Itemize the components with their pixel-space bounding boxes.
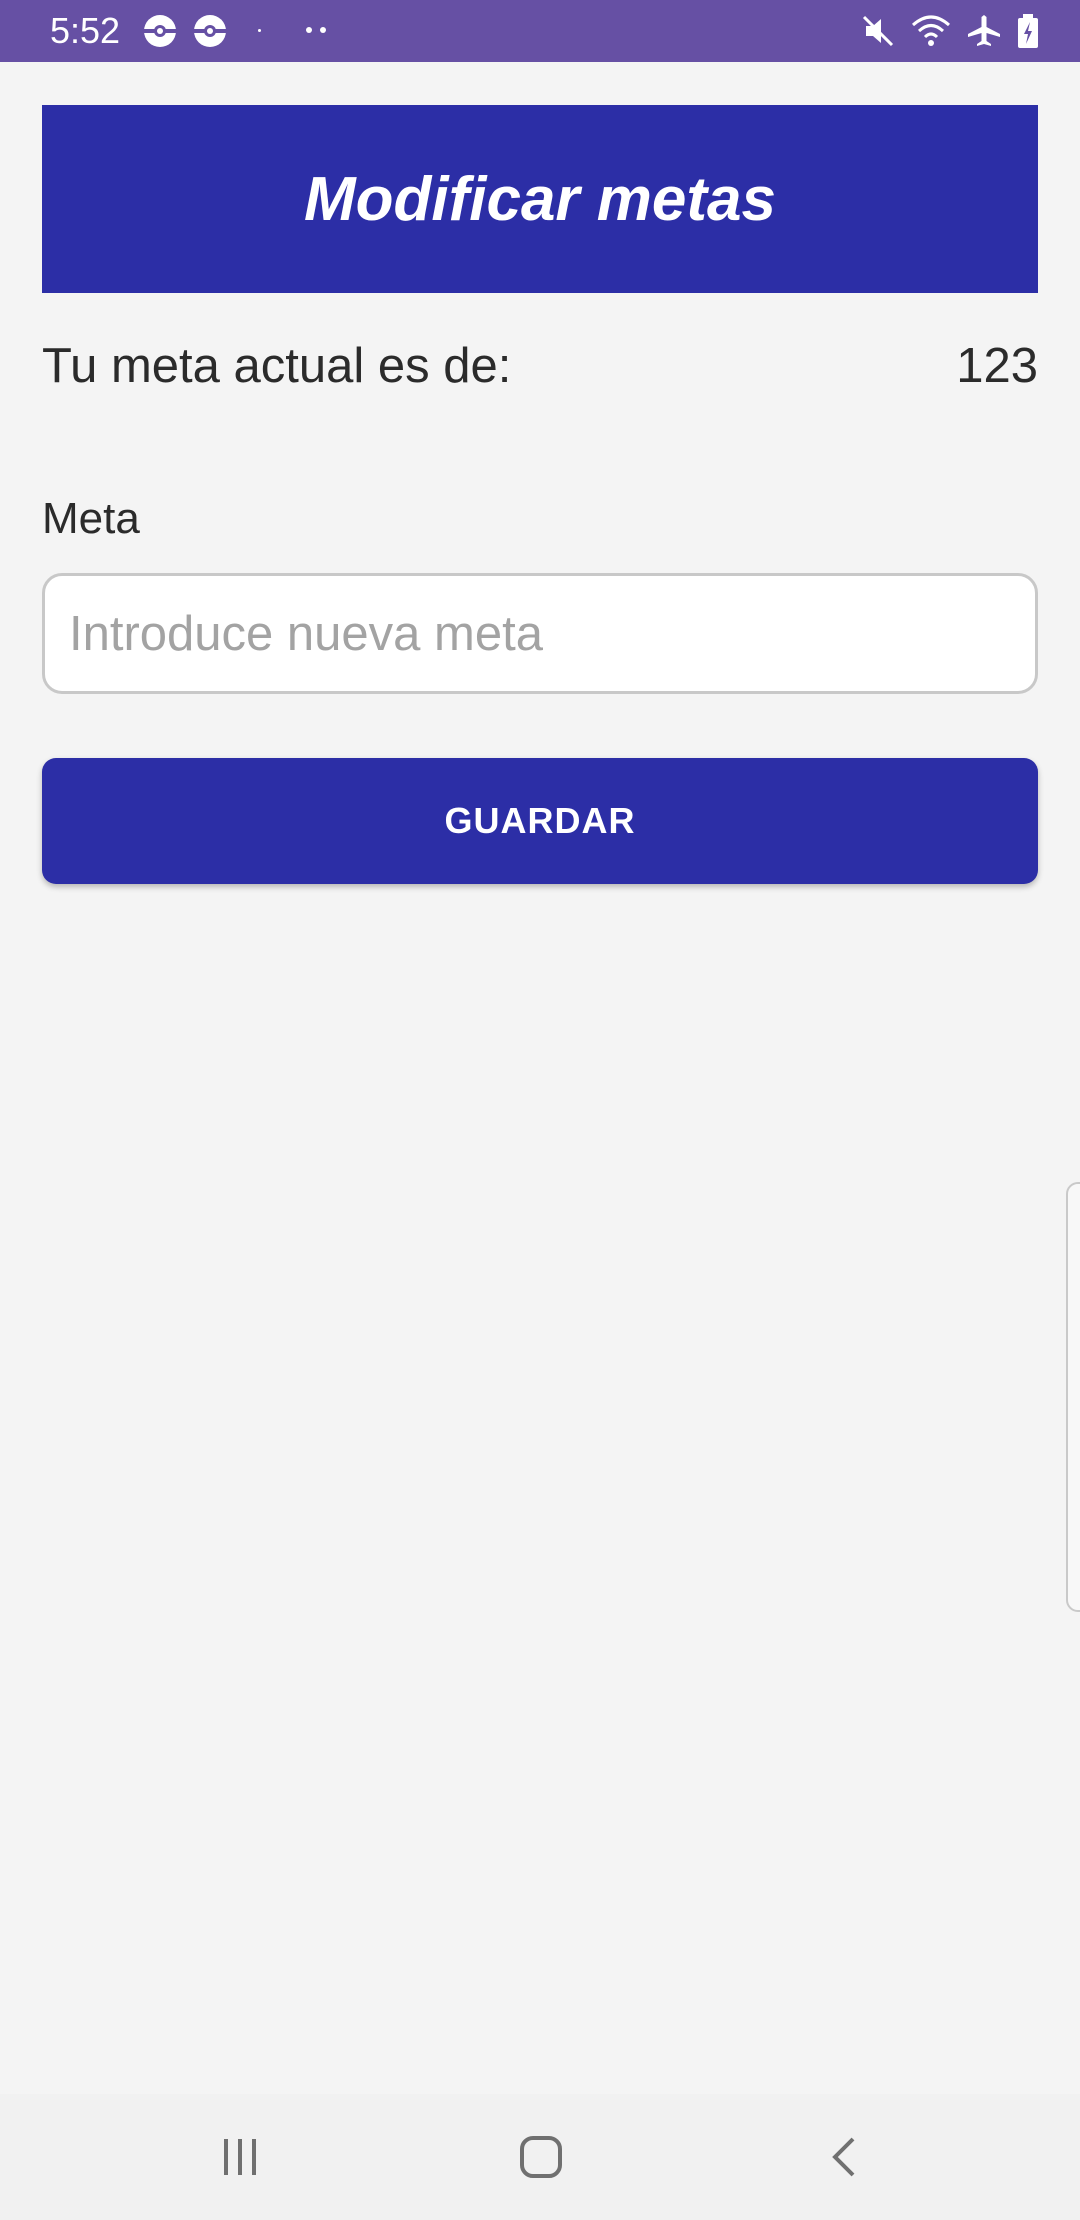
dot-icon bbox=[258, 29, 261, 32]
pokeball-icon bbox=[194, 15, 226, 47]
dot-icon bbox=[306, 27, 312, 33]
battery-charging-icon bbox=[1018, 14, 1038, 48]
recents-button[interactable] bbox=[180, 2094, 300, 2220]
goal-input[interactable] bbox=[45, 576, 1035, 691]
navigation-bar bbox=[0, 2094, 1080, 2220]
pokeball-icon bbox=[144, 15, 176, 47]
back-icon bbox=[832, 2137, 855, 2177]
edge-panel-handle[interactable] bbox=[1066, 1182, 1080, 1612]
goal-field-label: Meta bbox=[42, 494, 140, 543]
page-title: Modificar metas bbox=[303, 164, 777, 234]
save-button-label: GUARDAR bbox=[444, 800, 636, 841]
status-bar: 5:52 bbox=[0, 0, 1080, 62]
header-banner: Modificar metas bbox=[42, 105, 1038, 293]
goal-input-container bbox=[42, 573, 1038, 694]
current-goal-value: 123 bbox=[956, 339, 1038, 393]
recents-icon bbox=[224, 2139, 256, 2175]
home-button[interactable] bbox=[481, 2094, 601, 2220]
status-icons bbox=[860, 10, 1040, 52]
wifi-icon bbox=[912, 15, 950, 46]
airplane-icon bbox=[968, 15, 1000, 46]
home-icon bbox=[520, 2136, 562, 2178]
save-button[interactable]: GUARDAR bbox=[42, 758, 1038, 884]
back-button[interactable] bbox=[785, 2094, 905, 2220]
current-goal-label: Tu meta actual es de: bbox=[42, 339, 512, 393]
dot-icon bbox=[320, 27, 326, 33]
mute-icon bbox=[862, 15, 894, 47]
status-time: 5:52 bbox=[50, 10, 121, 51]
